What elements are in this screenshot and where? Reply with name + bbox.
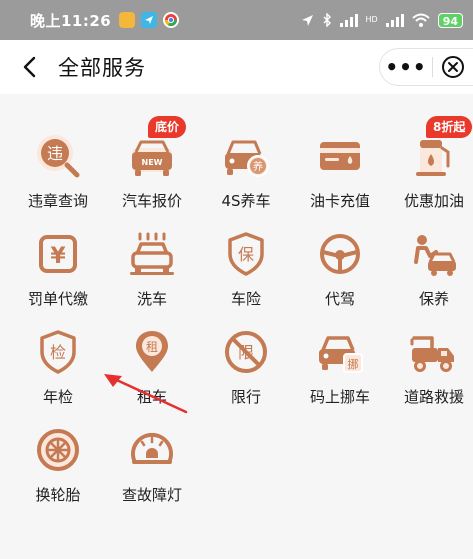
signal-2-icon: [385, 13, 404, 27]
fuel-card-icon: [314, 130, 366, 182]
insurance-icon: 保: [220, 228, 272, 280]
service-fuel-card[interactable]: 油卡充值: [293, 94, 387, 210]
fine-pay-icon: ¥: [32, 228, 84, 280]
fuel-pump-icon: 8折起: [408, 116, 473, 182]
violation-icon-text: 违: [47, 144, 63, 163]
page-title: 全部服务: [58, 56, 146, 80]
inspection-icon-text: 检: [50, 343, 66, 362]
plane-app-icon: [141, 12, 158, 28]
battery-indicator: 94: [437, 12, 463, 28]
steering-wheel-icon: [314, 228, 366, 280]
maintain-icon-text: 养: [253, 160, 263, 173]
chevron-left-icon: [23, 56, 36, 78]
nav-header: 全部服务 •••: [0, 40, 473, 94]
service-fine-payment[interactable]: ¥ 罚单代缴: [11, 192, 105, 308]
services-grid: 违 违章查询 NEW 底价 汽车报价 养 4S养车 油卡充值 8折起 优惠加油 …: [0, 94, 473, 559]
service-car-wash[interactable]: 洗车: [105, 192, 199, 308]
annual-inspection-icon: 检: [32, 326, 84, 378]
service-annual-inspection[interactable]: 检 年检: [11, 290, 105, 406]
insurance-icon-text: 保: [238, 245, 254, 264]
warning-light-icon: [126, 424, 178, 476]
car-price-icon: NEW 底价: [126, 116, 187, 182]
hd-label: HD: [365, 15, 378, 24]
repair-icon: [408, 228, 460, 280]
tire-icon: [32, 424, 84, 476]
close-button[interactable]: [433, 55, 473, 79]
more-button[interactable]: •••: [380, 55, 432, 79]
move-car-icon: 挪: [314, 326, 366, 378]
service-label: 码上挪车: [309, 388, 370, 406]
service-label: 查故障灯: [121, 486, 182, 504]
rental-icon-text: 租: [146, 340, 158, 354]
service-label: 限行: [230, 388, 261, 406]
service-change-tire[interactable]: 换轮胎: [11, 388, 105, 504]
annotation-arrow: [104, 374, 188, 414]
service-traffic-restriction[interactable]: 限 限行: [199, 290, 293, 406]
service-violation-search[interactable]: 违 违章查询: [11, 94, 105, 210]
service-label: 换轮胎: [35, 486, 81, 504]
service-car-insurance[interactable]: 保 车险: [199, 192, 293, 308]
violation-search-icon: 违: [32, 130, 84, 182]
service-label: 道路救援: [403, 388, 464, 406]
service-discount-fuel[interactable]: 8折起 优惠加油: [387, 94, 473, 210]
mini-program-capsule: •••: [379, 48, 473, 86]
badge-lowest-price: 底价: [148, 116, 187, 138]
status-indicators: HD 94: [301, 12, 463, 28]
fine-icon-text: ¥: [50, 244, 66, 269]
status-time: 晚上11:26: [30, 11, 112, 30]
service-road-rescue[interactable]: 道路救援: [387, 290, 473, 406]
service-car-price[interactable]: NEW 底价 汽车报价: [105, 94, 199, 210]
car-maintain-icon: 养: [220, 130, 272, 182]
chrome-app-icon: [163, 12, 180, 28]
badge-discount: 8折起: [426, 116, 473, 138]
service-designated-driver[interactable]: 代驾: [293, 192, 387, 308]
folder-app-icon: [119, 12, 136, 28]
status-app-icons: [119, 12, 180, 28]
tow-truck-icon: [408, 326, 460, 378]
service-4s-maintenance[interactable]: 养 4S养车: [199, 94, 293, 210]
location-icon: [301, 14, 313, 26]
close-circle-icon: [442, 56, 464, 78]
wifi-icon: [412, 13, 430, 27]
status-bar: 晚上11:26 HD 94: [0, 0, 473, 40]
back-button[interactable]: [4, 40, 54, 94]
bluetooth-icon: [323, 13, 331, 27]
signal-icon: [339, 13, 358, 27]
restriction-icon: 限: [220, 326, 272, 378]
car-new-text: NEW: [142, 158, 163, 167]
service-move-car[interactable]: 挪 码上挪车: [293, 290, 387, 406]
service-maintenance[interactable]: 保养: [387, 192, 473, 308]
car-wash-icon: [126, 228, 178, 280]
move-icon-text: 挪: [348, 357, 359, 371]
